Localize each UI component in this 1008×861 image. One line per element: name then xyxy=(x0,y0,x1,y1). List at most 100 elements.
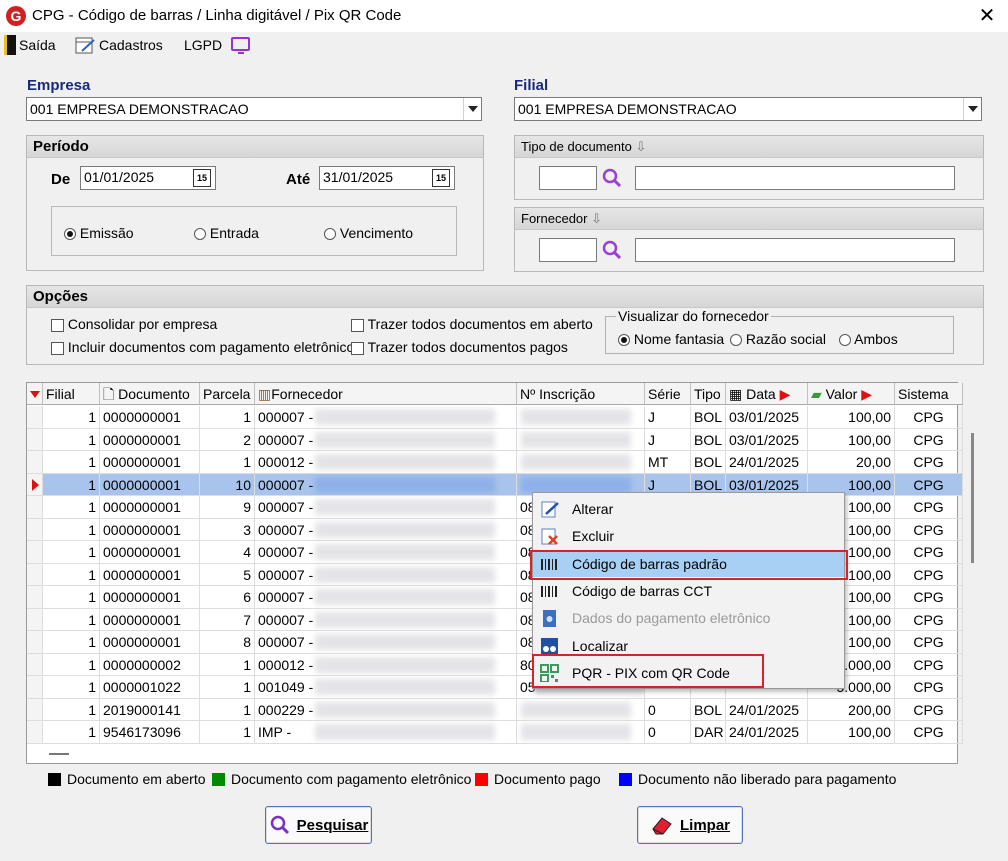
opcoes-group: Opções Consolidar por empresa Incluir do… xyxy=(26,285,984,365)
row-indicator[interactable] xyxy=(27,653,43,675)
row-indicator[interactable] xyxy=(27,406,43,428)
row-indicator[interactable] xyxy=(27,473,43,495)
legend-label: Documento com pagamento eletrônico xyxy=(231,771,472,787)
cell-valor: 100,00 xyxy=(808,406,895,428)
menu-item-dados-pagamento[interactable]: Dados do pagamento eletrônico xyxy=(533,604,844,631)
checkbox[interactable] xyxy=(51,341,64,355)
radio-nome-fantasia[interactable]: Nome fantasia xyxy=(618,331,724,347)
row-indicator[interactable] xyxy=(27,541,43,563)
grid-scrollbar[interactable] xyxy=(971,433,974,563)
radio-entrada[interactable]: Entrada xyxy=(194,225,259,241)
radio-ambos[interactable]: Ambos xyxy=(839,331,898,347)
empresa-select[interactable]: 001 EMPRESA DEMONSTRACAO xyxy=(26,97,482,121)
close-button[interactable]: ✕ xyxy=(972,2,1002,30)
col-fornecedor[interactable]: ▥Fornecedor xyxy=(255,383,517,404)
radio-dot[interactable] xyxy=(839,334,851,347)
cell-text: 000012 - xyxy=(258,454,314,470)
redacted-blur xyxy=(521,724,631,740)
calendar-icon[interactable]: 15 xyxy=(432,169,450,187)
checkbox[interactable] xyxy=(351,341,364,355)
check-trazer-aberto[interactable]: Trazer todos documentos em aberto xyxy=(351,316,593,332)
eraser-icon xyxy=(652,817,672,835)
redacted-blur xyxy=(315,476,495,493)
radio-dot[interactable] xyxy=(618,334,630,347)
col-serie[interactable]: Série xyxy=(645,383,691,404)
cell-data: 24/01/2025 xyxy=(726,698,808,720)
row-indicator[interactable] xyxy=(27,586,43,608)
saida-button[interactable]: Saída xyxy=(4,34,56,56)
col-parcela[interactable]: Parcela xyxy=(200,383,255,404)
fornecedor-desc-input[interactable] xyxy=(635,238,955,262)
cadastros-button[interactable]: Cadastros xyxy=(74,34,163,56)
radio-dot[interactable] xyxy=(64,228,76,241)
limpar-button[interactable]: Limpar xyxy=(637,806,743,844)
check-consolidar[interactable]: Consolidar por empresa xyxy=(51,316,217,332)
radio-razao-social[interactable]: Razão social xyxy=(730,331,826,347)
col-documento[interactable]: 🗋 Documento xyxy=(100,383,200,404)
tipo-documento-desc-input[interactable] xyxy=(635,166,955,190)
row-indicator[interactable] xyxy=(27,563,43,585)
col-data[interactable]: ▦ Data ▶ xyxy=(726,383,808,404)
checkbox[interactable] xyxy=(51,318,64,332)
col-tipo[interactable]: Tipo xyxy=(691,383,726,404)
row-indicator[interactable] xyxy=(27,721,43,743)
fornecedor-group: Fornecedor ⇩ xyxy=(514,207,984,272)
cell-text: 000007 - xyxy=(258,431,314,448)
legend-swatch xyxy=(475,772,488,786)
chevron-down-icon[interactable] xyxy=(963,98,981,120)
cell-serie: 0 xyxy=(645,721,691,743)
lgpd-button[interactable]: LGPD xyxy=(184,34,253,56)
radio-emissao[interactable]: Emissão xyxy=(64,225,134,241)
menu-item-excluir[interactable]: Excluir xyxy=(533,522,844,549)
redacted-blur xyxy=(315,589,495,605)
checkbox[interactable] xyxy=(351,318,364,332)
col-valor[interactable]: ▰ Valor ▶ xyxy=(808,383,895,404)
table-row[interactable]: 1 0000000001 2 000007 - J BOL 03/01/2025 100,00… xyxy=(27,428,963,451)
check-trazer-pagos[interactable]: Trazer todos documentos pagos xyxy=(351,339,568,355)
row-indicator[interactable] xyxy=(27,676,43,698)
empresa-value: 001 EMPRESA DEMONSTRACAO xyxy=(30,101,249,117)
highlight-box-codigo-barras xyxy=(530,550,848,580)
search-icon[interactable] xyxy=(601,167,623,189)
menu-item-alterar[interactable]: Alterar xyxy=(533,495,844,522)
row-indicator[interactable] xyxy=(27,428,43,450)
row-indicator[interactable] xyxy=(27,518,43,540)
check-incluir-eletronico[interactable]: Incluir documentos com pagamento eletrôn… xyxy=(51,339,354,355)
row-indicator[interactable] xyxy=(27,608,43,630)
cell-filial: 1 xyxy=(43,518,100,540)
table-row[interactable]: 1 9546173096 1 IMP -0 DAR 24/01/2025 100,00 CPG xyxy=(27,721,963,744)
filial-select[interactable]: 001 EMPRESA DEMONSTRACAO xyxy=(514,97,982,121)
search-icon xyxy=(270,815,289,835)
menu-item-codigo-barras-cct[interactable]: Código de barras CCT xyxy=(533,577,844,604)
radio-dot[interactable] xyxy=(194,228,206,241)
col-filial[interactable]: Filial xyxy=(43,383,100,404)
cell-parcela: 1 xyxy=(200,676,255,698)
tipo-documento-code-input[interactable] xyxy=(539,166,597,190)
row-indicator[interactable] xyxy=(27,698,43,720)
row-indicator[interactable] xyxy=(27,631,43,653)
delete-icon xyxy=(541,528,558,545)
sort-indicator-icon[interactable] xyxy=(27,383,43,404)
table-row[interactable]: 1 0000000001 1 000012 - MT BOL 24/01/2025 20,00… xyxy=(27,451,963,474)
row-indicator[interactable] xyxy=(27,451,43,473)
cell-filial: 1 xyxy=(43,586,100,608)
row-indicator[interactable] xyxy=(27,496,43,518)
radio-dot[interactable] xyxy=(730,334,742,347)
menu-label: Alterar xyxy=(572,500,614,517)
calendar-icon[interactable]: 15 xyxy=(193,169,211,187)
radio-dot[interactable] xyxy=(324,228,336,241)
col-sistema[interactable]: Sistema xyxy=(895,383,963,404)
redacted-blur xyxy=(521,431,631,448)
table-row[interactable]: 1 0000000001 1 000007 - J BOL 03/01/2025 100,00… xyxy=(27,406,963,429)
fornecedor-code-input[interactable] xyxy=(539,238,597,262)
pesquisar-button[interactable]: Pesquisar xyxy=(265,806,372,844)
ate-label: Até xyxy=(286,171,311,188)
grid-hscroll[interactable] xyxy=(49,753,69,755)
radio-label: Emissão xyxy=(79,225,134,241)
table-row[interactable]: 1 2019000141 1 000229 -0 BOL 24/01/2025 200,00… xyxy=(27,698,963,721)
col-inscricao[interactable]: Nº Inscrição xyxy=(517,383,645,404)
search-icon[interactable] xyxy=(601,239,623,261)
cell-inscricao xyxy=(517,698,645,720)
radio-vencimento[interactable]: Vencimento xyxy=(324,225,413,241)
chevron-down-icon[interactable] xyxy=(463,98,481,120)
